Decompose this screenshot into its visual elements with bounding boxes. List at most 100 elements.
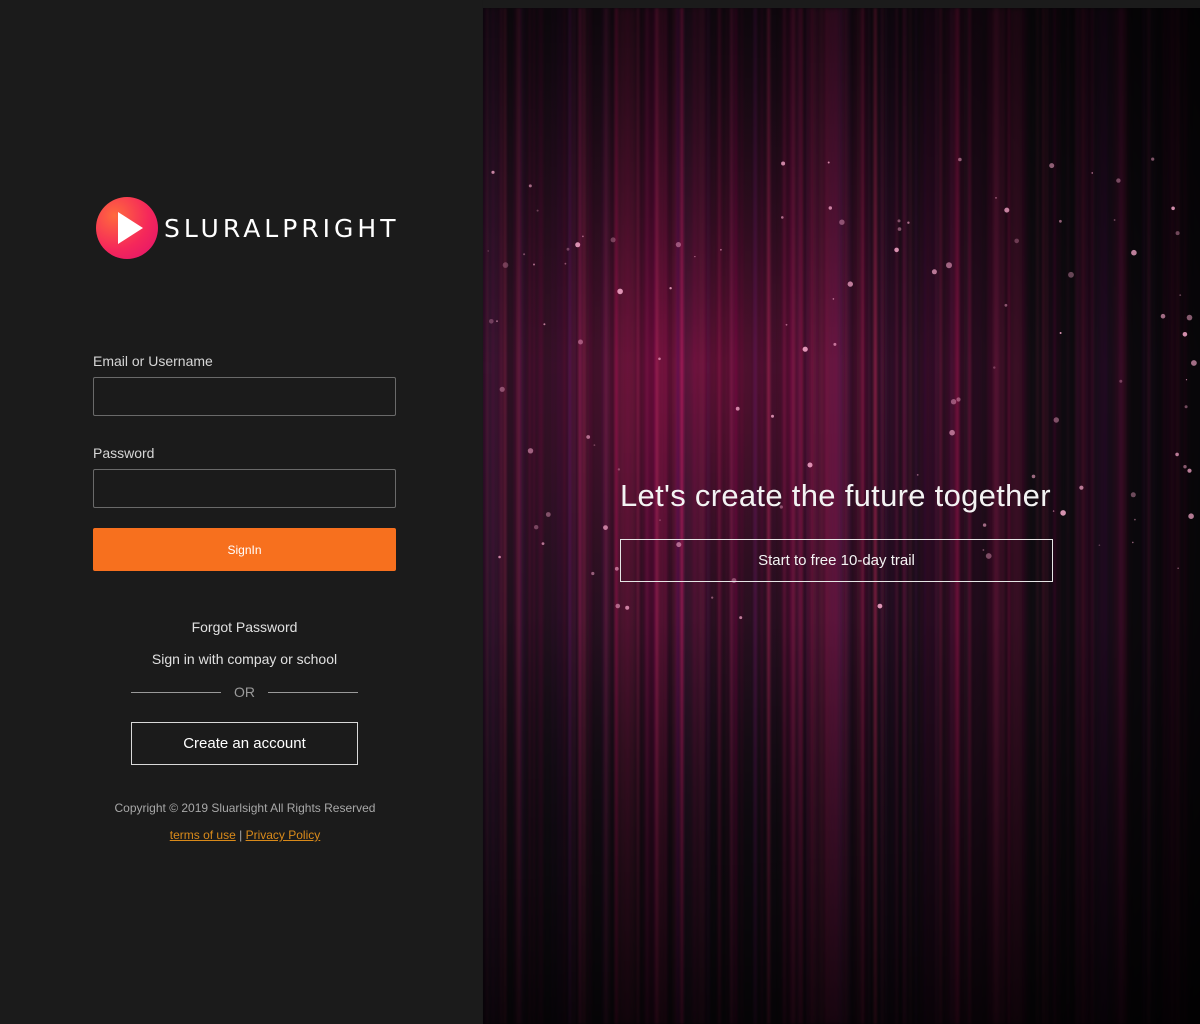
- sparkle: [832, 298, 835, 300]
- sparkle: [807, 462, 813, 468]
- create-account-button[interactable]: Create an account: [131, 722, 358, 765]
- sparkle: [610, 237, 616, 243]
- sparkle: [1113, 219, 1116, 221]
- sparkle: [528, 184, 532, 188]
- hero-background: [483, 8, 1200, 1024]
- sparkle: [487, 250, 489, 252]
- sparkle: [950, 399, 957, 405]
- sparkle: [958, 157, 962, 162]
- privacy-policy-link[interactable]: Privacy Policy: [246, 828, 321, 842]
- sparkle: [877, 603, 883, 609]
- sparkle: [833, 342, 837, 346]
- sparkle: [1184, 405, 1188, 409]
- legal-links: terms of use | Privacy Policy: [60, 828, 430, 842]
- sparkle: [995, 197, 997, 199]
- sparkle: [496, 320, 498, 323]
- sparkle: [591, 571, 595, 576]
- sparkle: [675, 242, 681, 248]
- sparkle: [578, 339, 583, 345]
- sparkle: [1053, 417, 1059, 423]
- sparkle: [1182, 332, 1188, 337]
- sparkle: [1060, 510, 1066, 516]
- sparkle: [897, 219, 901, 223]
- sparkle: [1079, 485, 1084, 490]
- login-page: SLURALPRIGHT Email or Username Password …: [0, 0, 1200, 1024]
- sparkle: [956, 397, 961, 402]
- sparkle: [907, 221, 910, 224]
- sparkle: [491, 170, 495, 174]
- brand-logo: SLURALPRIGHT: [96, 196, 396, 260]
- play-icon: [96, 197, 158, 259]
- terms-of-use-link[interactable]: terms of use: [170, 828, 236, 842]
- sparkle: [1183, 465, 1187, 469]
- sparkle: [1185, 379, 1188, 381]
- sparkle: [839, 219, 845, 225]
- sparkle: [1059, 332, 1062, 334]
- sparkle: [1175, 452, 1179, 457]
- sparkle: [949, 429, 955, 436]
- sparkle: [1160, 313, 1166, 319]
- sparkle: [1004, 207, 1010, 213]
- email-field[interactable]: [93, 377, 396, 416]
- sparkle: [575, 242, 581, 248]
- brand-name: SLURALPRIGHT: [164, 213, 400, 243]
- top-strip: [483, 0, 1200, 8]
- sparkle: [785, 323, 788, 326]
- sparkle: [527, 448, 534, 454]
- sparkle: [1186, 314, 1193, 321]
- sparkle: [1132, 541, 1134, 544]
- sparkle: [1098, 544, 1101, 546]
- sparkle: [735, 406, 740, 411]
- sparkle: [771, 414, 774, 418]
- sparkle: [617, 288, 623, 295]
- sparkle: [781, 161, 786, 166]
- sparkle: [1188, 513, 1194, 519]
- forgot-password-link[interactable]: Forgot Password: [93, 619, 396, 635]
- sparkle: [533, 263, 535, 266]
- sparkle: [1151, 157, 1155, 161]
- sparkle: [1091, 172, 1093, 174]
- sparkle: [827, 161, 830, 164]
- sparkle: [1068, 271, 1074, 278]
- sparkle: [1119, 379, 1123, 383]
- sparkle: [1179, 294, 1182, 296]
- free-trial-button[interactable]: Start to free 10-day trail: [620, 539, 1053, 582]
- sign-in-company-link[interactable]: Sign in with compay or school: [93, 651, 396, 667]
- sparkle: [523, 253, 526, 256]
- sparkle: [1187, 468, 1192, 473]
- sparkle: [931, 269, 937, 275]
- hero-tagline: Let's create the future together: [620, 478, 1051, 513]
- legal-separator: |: [239, 828, 243, 842]
- sparkle: [499, 386, 505, 392]
- sparkle: [1049, 163, 1055, 169]
- sparkle: [1134, 518, 1136, 521]
- sparkle: [802, 346, 808, 352]
- sparkle: [564, 262, 567, 265]
- sparkle: [720, 248, 722, 251]
- sparkle: [1052, 510, 1055, 512]
- sparkle: [669, 287, 672, 290]
- sparkle: [615, 603, 621, 609]
- sparkle: [1171, 206, 1175, 211]
- signin-button[interactable]: SignIn: [93, 528, 396, 571]
- sparkle: [711, 596, 714, 599]
- email-label: Email or Username: [93, 353, 213, 369]
- sparkle: [916, 474, 919, 476]
- login-panel: SLURALPRIGHT Email or Username Password …: [0, 0, 482, 1024]
- sparkle: [993, 366, 996, 369]
- password-field[interactable]: [93, 469, 396, 508]
- sparkle: [739, 616, 743, 620]
- sparkle: [1177, 567, 1179, 569]
- sparkle: [1131, 249, 1137, 256]
- sparkle: [1191, 360, 1197, 366]
- sparkle: [1116, 178, 1121, 183]
- sparkle: [502, 262, 509, 268]
- sparkle: [847, 281, 853, 287]
- sparkle: [541, 542, 545, 545]
- sparkle: [659, 519, 661, 522]
- sparkle: [566, 247, 570, 251]
- sparkle: [536, 209, 539, 212]
- or-divider: OR: [131, 683, 358, 701]
- sparkle: [658, 357, 661, 361]
- sparkle: [946, 262, 952, 269]
